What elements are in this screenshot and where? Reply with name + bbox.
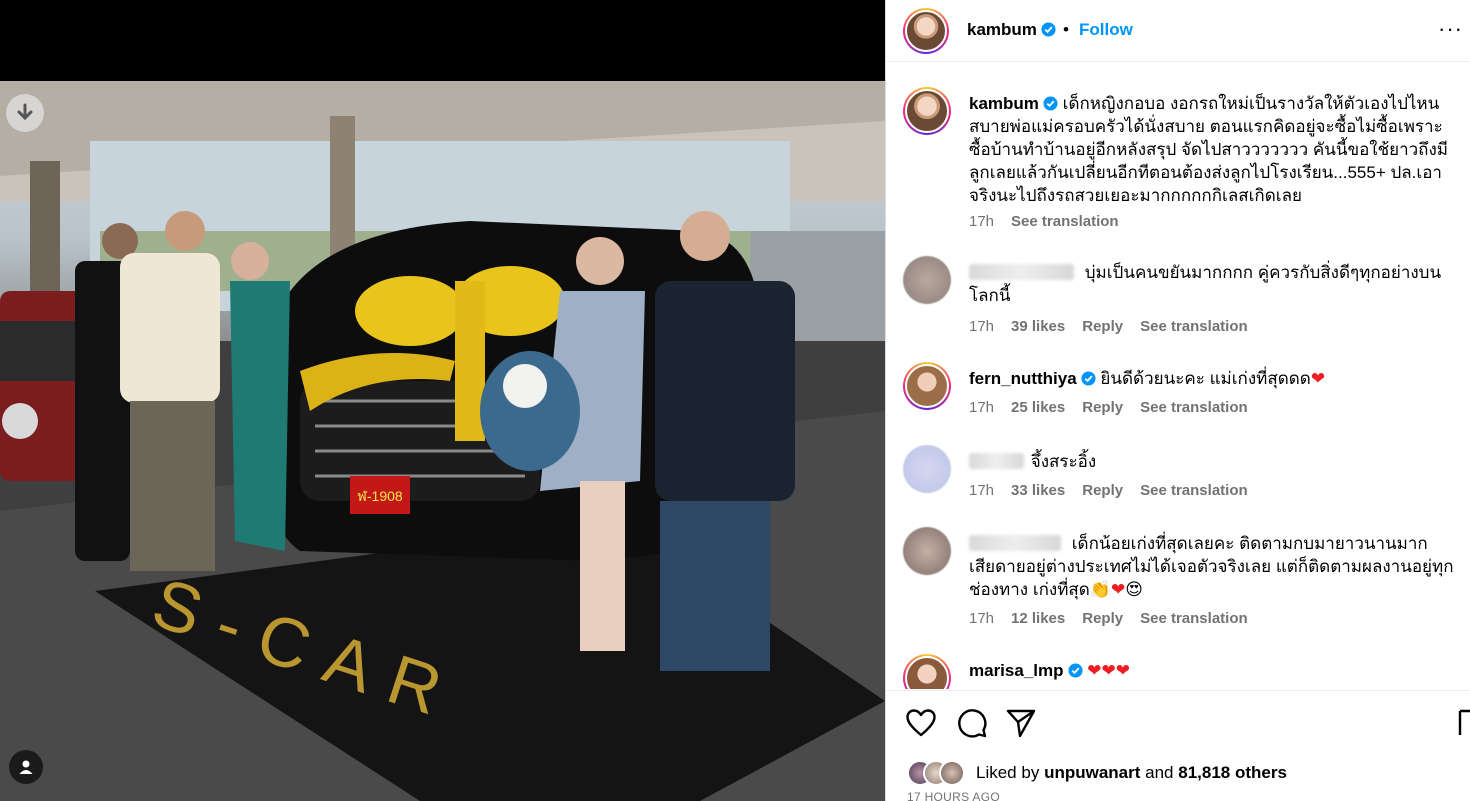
download-button[interactable]	[6, 94, 44, 132]
caption-username[interactable]: kambum	[969, 94, 1039, 113]
commenter-username-blurred[interactable]	[969, 535, 1061, 551]
reply-button[interactable]: Reply	[1082, 399, 1123, 416]
commenter-avatar[interactable]	[903, 362, 951, 410]
comment-meta: 17h 12 likes Reply See translation	[969, 610, 1265, 627]
post-timestamp[interactable]: 17 HOURS AGO	[907, 790, 1000, 801]
comment-time: 17h	[969, 482, 995, 499]
comment-likes[interactable]: 12 likes	[1011, 610, 1065, 627]
liked-by-user-link[interactable]: unpuwanart	[1044, 763, 1140, 782]
post-header: kambum • Follow ···	[886, 0, 1470, 62]
see-translation-link[interactable]: See translation	[1140, 399, 1248, 416]
see-translation-link[interactable]: See translation	[1140, 610, 1248, 627]
verified-badge-icon	[1067, 663, 1083, 678]
verified-badge-icon	[1043, 96, 1058, 111]
photo-illustration: S-CAR ฬ-1908	[0, 81, 885, 801]
download-icon	[17, 103, 33, 121]
caption-text: เด็กหญิงกอบอ งอกรถใหม่เป็นรางวัลให้ตัวเอ…	[969, 94, 1448, 205]
post-media: S-CAR ฬ-1908	[0, 0, 885, 801]
more-options-icon[interactable]: ···	[1438, 16, 1463, 42]
liked-by-connector: and	[1145, 763, 1174, 782]
bookmark-icon	[1458, 709, 1470, 735]
comment-time: 17h	[969, 318, 995, 335]
red-heart-emoji: ❤	[1310, 369, 1326, 388]
liked-by-prefix: Liked by	[976, 763, 1040, 782]
comment-text-block: fern_nutthiya ยินดีด้วยนะคะ แม่เก่งที่สุ…	[969, 367, 1459, 390]
comments-scroll-area[interactable]: kambum เด็กหญิงกอบอ งอกรถใหม่เป็นรางวัลใ…	[886, 63, 1470, 689]
red-heart-emoji: ❤	[1111, 580, 1126, 599]
red-hearts-emoji: ❤❤❤	[1087, 661, 1130, 680]
commenter-avatar[interactable]	[903, 256, 951, 304]
like-button[interactable]	[905, 707, 937, 739]
reply-button[interactable]: Reply	[1082, 318, 1123, 335]
comment-likes[interactable]: 33 likes	[1011, 482, 1065, 499]
commenter-avatar[interactable]	[903, 654, 951, 689]
heart-icon	[906, 709, 936, 737]
caption-meta: 17h See translation	[969, 213, 1136, 230]
license-plate-text: ฬ-1908	[357, 488, 403, 504]
reply-button[interactable]: Reply	[1082, 610, 1123, 627]
reply-button[interactable]: Reply	[1082, 482, 1123, 499]
caption-time: 17h	[969, 213, 995, 230]
comment-text-block: marisa_lmp ❤❤❤	[969, 659, 1459, 682]
follow-button[interactable]: Follow	[1079, 20, 1133, 40]
comment-button[interactable]	[956, 707, 988, 739]
post-side-panel: kambum • Follow ··· kambum เด็กหญิงกอบอ …	[885, 0, 1470, 801]
comment-meta: 17h 25 likes Reply See translation	[969, 399, 1265, 416]
comment-text-block: จึ้งสระอิ้ง	[969, 450, 1459, 473]
user-tag-icon	[19, 760, 33, 774]
share-button[interactable]	[1005, 707, 1037, 739]
liked-by-others-link[interactable]: 81,818 others	[1178, 763, 1287, 782]
heart-eyes-emoji: 😍	[1125, 580, 1144, 599]
tagged-users-button[interactable]	[9, 750, 43, 784]
see-translation-link[interactable]: See translation	[1140, 318, 1248, 335]
comment-icon	[958, 709, 987, 738]
comment-text: จึ้งสระอิ้ง	[1030, 452, 1097, 471]
comment-text: ยินดีด้วยนะคะ แม่เก่งที่สุดดด	[1100, 369, 1311, 388]
author-avatar[interactable]	[903, 8, 949, 54]
commenter-username-blurred[interactable]	[969, 264, 1074, 280]
commenter-username-blurred[interactable]	[969, 453, 1024, 469]
post-photo[interactable]: S-CAR ฬ-1908	[0, 81, 885, 801]
see-translation-link[interactable]: See translation	[1011, 213, 1119, 230]
author-username-link[interactable]: kambum	[967, 20, 1056, 40]
commenter-avatar[interactable]	[903, 445, 951, 493]
caption-text-block: kambum เด็กหญิงกอบอ งอกรถใหม่เป็นรางวัลใ…	[969, 92, 1459, 207]
liked-by-text: Liked by unpuwanart and 81,818 others	[976, 763, 1287, 783]
instagram-post-view: S-CAR ฬ-1908 kambum • Follow ··· kambum …	[0, 0, 1470, 801]
comment-meta: 17h 33 likes Reply See translation	[969, 482, 1265, 499]
verified-badge-icon	[1081, 371, 1096, 386]
liker-avatar	[939, 760, 965, 786]
liked-by-avatars[interactable]	[907, 760, 977, 786]
commenter-username[interactable]: marisa_lmp	[969, 661, 1064, 680]
clap-emoji: 👏	[1089, 580, 1112, 599]
save-button[interactable]	[1458, 707, 1470, 739]
comment-text-block: เด็กน้อยเก่งที่สุดเลยคะ ติดตามกบมายาวนาน…	[969, 532, 1459, 601]
caption-author-avatar[interactable]	[903, 87, 951, 135]
share-icon	[1006, 709, 1036, 737]
comment-meta: 17h 39 likes Reply See translation	[969, 318, 1265, 335]
see-translation-link[interactable]: See translation	[1140, 482, 1248, 499]
comment-likes[interactable]: 25 likes	[1011, 399, 1065, 416]
comment-likes[interactable]: 39 likes	[1011, 318, 1065, 335]
separator-dot: •	[1063, 20, 1069, 39]
commenter-username[interactable]: fern_nutthiya	[969, 369, 1077, 388]
comment-text-block: บุ่มเป็นคนขยันมากกกก คู่ควรกับสิ่งดีๆทุก…	[969, 261, 1459, 307]
verified-badge-icon	[1041, 22, 1056, 37]
commenter-avatar[interactable]	[903, 527, 951, 575]
comment-time: 17h	[969, 399, 995, 416]
comment-time: 17h	[969, 610, 995, 627]
